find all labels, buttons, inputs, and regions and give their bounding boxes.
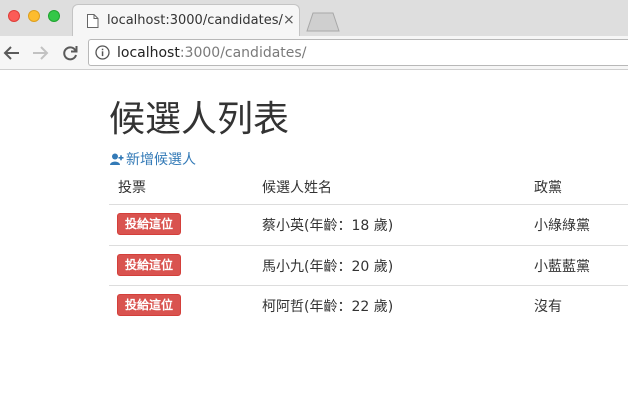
window-minimize-button[interactable] <box>28 10 40 22</box>
window-maximize-button[interactable] <box>48 10 60 22</box>
candidate-party: 沒有 <box>534 299 562 315</box>
candidate-name: 柯阿哲(年齡：22 歲) <box>262 299 394 315</box>
candidate-party: 小藍藍黨 <box>534 259 590 275</box>
add-candidate-label: 新增候選人 <box>126 152 196 168</box>
browser-titlebar: localhost:3000/candidates/ × <box>0 0 628 36</box>
table-row: 投給這位 柯阿哲(年齡：22 歲) 沒有 <box>109 285 628 325</box>
candidates-table: 投票 候選人姓名 政黨 投給這位 蔡小英(年齡：18 歲) 小綠綠黨 投給這位 … <box>109 168 628 325</box>
vote-button[interactable]: 投給這位 <box>117 213 182 235</box>
add-candidate-link[interactable]: 新增候選人 <box>110 149 196 169</box>
header-party: 政黨 <box>534 180 562 196</box>
candidate-party: 小綠綠黨 <box>534 218 590 234</box>
page-icon <box>87 14 99 28</box>
table-row: 投給這位 蔡小英(年齡：18 歲) 小綠綠黨 <box>109 205 628 245</box>
url-path: :3000/candidates/ <box>179 45 307 61</box>
table-header-row: 投票 候選人姓名 政黨 <box>109 168 628 205</box>
tab-title: localhost:3000/candidates/ <box>107 13 283 28</box>
forward-arrow-icon[interactable] <box>30 43 50 63</box>
new-tab-button[interactable] <box>306 12 340 32</box>
back-arrow-icon[interactable] <box>2 43 22 63</box>
address-bar[interactable]: localhost:3000/candidates/ <box>88 39 628 66</box>
window-close-button[interactable] <box>8 10 20 22</box>
vote-button[interactable]: 投給這位 <box>117 294 182 316</box>
url-text: localhost:3000/candidates/ <box>117 45 306 61</box>
header-vote: 投票 <box>118 180 146 196</box>
candidate-name: 蔡小英(年齡：18 歲) <box>262 218 394 234</box>
tab-close-icon[interactable]: × <box>283 12 295 28</box>
page-title: 候選人列表 <box>109 99 290 140</box>
reload-icon[interactable] <box>60 43 80 63</box>
add-user-icon <box>110 153 124 165</box>
candidate-name: 馬小九(年齡：20 歲) <box>262 259 394 275</box>
info-icon[interactable] <box>95 45 110 60</box>
vote-button[interactable]: 投給這位 <box>117 254 182 276</box>
table-row: 投給這位 馬小九(年齡：20 歲) 小藍藍黨 <box>109 245 628 285</box>
browser-toolbar: localhost:3000/candidates/ <box>0 36 628 70</box>
browser-tab[interactable]: localhost:3000/candidates/ × <box>72 4 300 36</box>
header-name: 候選人姓名 <box>262 180 332 196</box>
url-host: localhost <box>117 45 180 61</box>
